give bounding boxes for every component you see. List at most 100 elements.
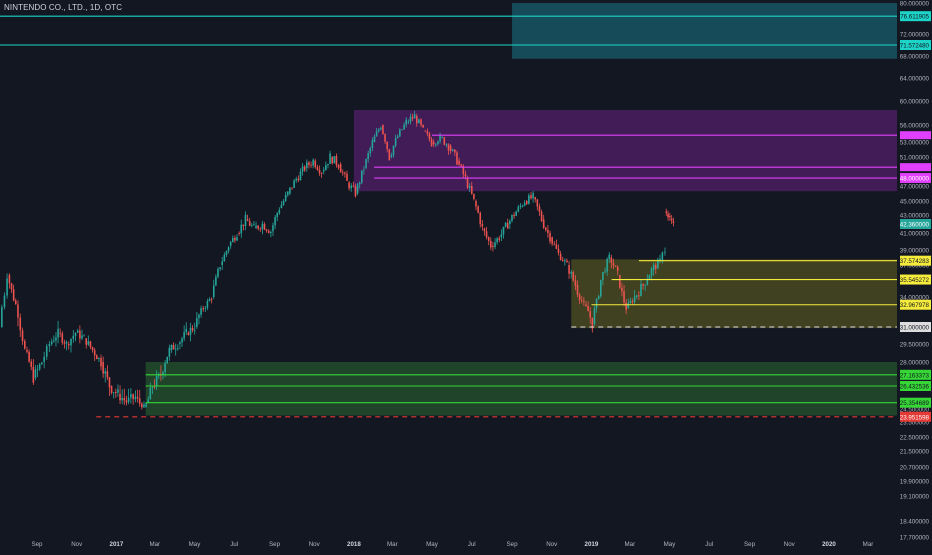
- candle-body: [515, 211, 517, 216]
- candle: [528, 193, 530, 205]
- candle-body: [477, 206, 479, 213]
- candle-body: [293, 180, 295, 188]
- candle-body: [650, 268, 653, 276]
- candle: [102, 356, 104, 378]
- candle-body: [382, 125, 384, 135]
- candle-body: [141, 403, 143, 408]
- candle: [70, 338, 72, 353]
- candle-body: [251, 225, 253, 226]
- candle: [559, 251, 562, 261]
- candle-body: [418, 119, 420, 124]
- candle-body: [212, 285, 215, 297]
- candle-body: [532, 193, 534, 199]
- x-tick-label: 2017: [110, 541, 124, 548]
- candle-body: [485, 231, 488, 238]
- teal-zone: [512, 3, 897, 59]
- candle-body: [358, 182, 361, 185]
- candle-body: [331, 157, 333, 164]
- level-price-tag: 71.572480: [900, 43, 930, 50]
- candle-body: [208, 299, 211, 302]
- candle: [479, 211, 482, 228]
- candle: [492, 241, 494, 252]
- candle: [530, 192, 532, 200]
- candle-body: [631, 301, 634, 303]
- x-tick-label: Mar: [863, 541, 874, 548]
- candle-body: [231, 238, 234, 242]
- candle: [130, 388, 132, 404]
- candle-body: [8, 275, 11, 284]
- candle-body: [580, 300, 583, 301]
- candle-body: [272, 225, 274, 232]
- candle-body: [59, 332, 61, 334]
- candle-body: [608, 254, 611, 259]
- candle-body: [136, 397, 139, 399]
- candle: [59, 328, 61, 338]
- candle: [191, 325, 194, 333]
- level-price-tag: 27.163373: [900, 372, 930, 379]
- candle: [525, 200, 528, 205]
- candle-body: [443, 137, 446, 145]
- x-tick-label: May: [189, 541, 202, 548]
- candle-body: [138, 398, 141, 404]
- candle-body: [223, 254, 226, 262]
- candle-body: [87, 341, 90, 345]
- candle-body: [633, 296, 636, 303]
- candle: [106, 365, 109, 381]
- candle: [215, 274, 217, 287]
- candle: [672, 217, 675, 227]
- candle-body: [411, 116, 414, 119]
- candle-body: [337, 164, 340, 168]
- candle: [208, 297, 211, 302]
- candle: [170, 344, 173, 353]
- candle: [664, 247, 666, 256]
- candle-body: [43, 356, 45, 362]
- candle: [110, 385, 113, 395]
- candle: [40, 361, 43, 365]
- chart-root: Sep Nov 2017 Mar May Jul Sep Nov 2018 Mar May Jul Se…: [0, 0, 932, 550]
- candle: [43, 351, 45, 369]
- candle: [257, 225, 259, 231]
- candle-body: [206, 301, 209, 308]
- candle: [566, 258, 568, 263]
- candle-body: [308, 162, 310, 166]
- candlestick-chart[interactable]: Sep Nov 2017 Mar May Jul Sep Nov 2018 Mar May Jul Se…: [0, 0, 932, 550]
- candle-body: [3, 295, 6, 308]
- candle: [108, 376, 111, 397]
- candle-body: [191, 327, 194, 331]
- candle-body: [456, 152, 458, 165]
- candle-body: [50, 341, 53, 344]
- candle-body: [481, 224, 484, 227]
- y-tick-label: 60.000000: [900, 99, 930, 106]
- candle: [98, 357, 100, 363]
- candle: [6, 273, 8, 299]
- candle: [276, 212, 279, 222]
- candle-body: [174, 348, 177, 350]
- candle-body: [470, 185, 473, 194]
- candle-body: [17, 304, 19, 318]
- candle-body: [204, 307, 207, 309]
- candle: [225, 250, 228, 257]
- candle-body: [253, 224, 255, 226]
- x-tick-label: Mar: [624, 541, 635, 548]
- candle: [337, 163, 340, 170]
- zones-layer: [145, 3, 897, 416]
- x-tick-label: Sep: [31, 541, 43, 548]
- candle: [93, 347, 96, 362]
- candle-body: [189, 327, 192, 335]
- y-tick-label: 53.000000: [900, 140, 930, 147]
- candle-body: [511, 214, 513, 221]
- candle: [112, 391, 115, 399]
- candle-body: [420, 119, 422, 125]
- candle-body: [219, 267, 221, 270]
- candle: [242, 224, 245, 231]
- candle-body: [494, 242, 496, 247]
- candle: [179, 340, 181, 350]
- candle: [63, 339, 66, 349]
- candle-body: [536, 199, 539, 207]
- candle-body: [519, 205, 522, 207]
- candle-body: [534, 197, 537, 200]
- candle-body: [644, 284, 647, 286]
- candle-body: [170, 345, 173, 350]
- candle-body: [441, 137, 443, 139]
- candle: [509, 219, 511, 230]
